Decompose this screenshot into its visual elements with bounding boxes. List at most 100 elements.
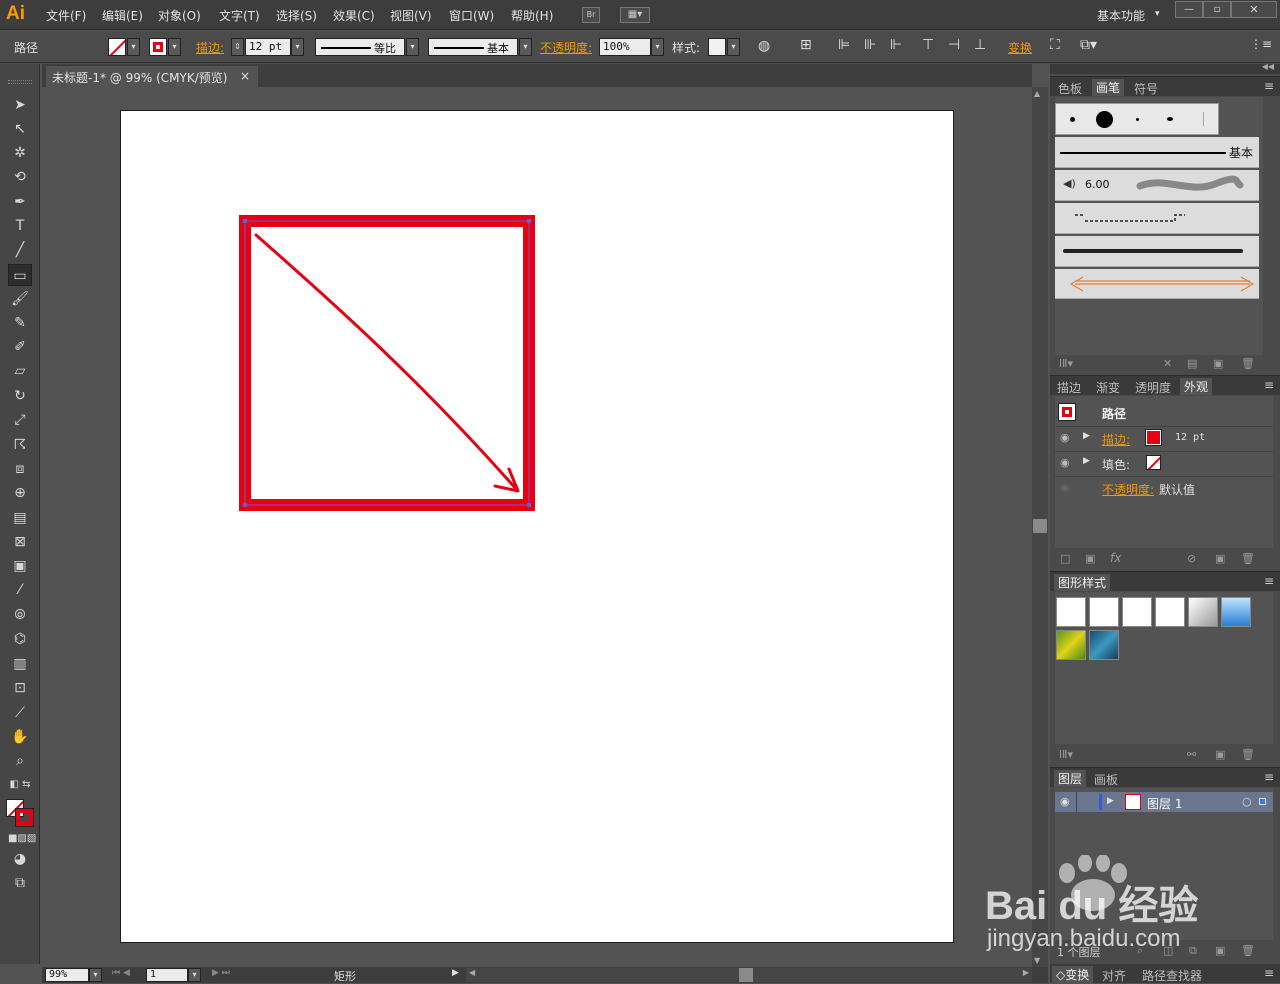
type-tool-icon[interactable]: T — [8, 215, 32, 237]
zoom-input[interactable]: 99% — [45, 968, 89, 982]
align-right-icon[interactable]: ⊩ — [890, 37, 902, 53]
tab-pathfinder[interactable]: 路径查找器 — [1142, 967, 1202, 984]
fill-expand-icon[interactable]: ▶ — [1083, 456, 1090, 466]
artboard-number-input[interactable]: 1 — [146, 968, 188, 982]
scroll-right-icon[interactable]: ▶ — [1023, 968, 1029, 977]
scroll-left-icon[interactable]: ◀ — [469, 968, 475, 977]
blob-brush-tool-icon[interactable]: ✐ — [8, 336, 32, 358]
line-tool-icon[interactable]: ╱ — [8, 239, 32, 261]
transform-link[interactable]: 变换 — [1008, 39, 1032, 56]
tab-artboards[interactable]: 画板 — [1094, 771, 1118, 788]
new-brush-icon[interactable]: ▣ — [1213, 357, 1223, 370]
align-center-icon[interactable]: ⊪ — [864, 37, 876, 53]
new-style-icon[interactable]: ▣ — [1215, 748, 1225, 761]
recolor-artwork-icon[interactable]: ◍ — [758, 38, 770, 54]
collapse-panels-icon[interactable]: ◀◀ — [1262, 62, 1274, 71]
style-shadow[interactable] — [1155, 597, 1185, 627]
color-mode-icons[interactable]: ■▨▧ — [8, 828, 36, 850]
rectangle-tool-icon[interactable]: ▭ — [8, 264, 32, 286]
appearance-fill-label[interactable]: 填色: — [1102, 456, 1130, 473]
first-artboard-icon[interactable]: ⏮ ◀ — [112, 968, 130, 978]
add-effect-button[interactable]: fx — [1110, 551, 1121, 565]
tab-transform[interactable]: ◇变换 — [1052, 966, 1094, 983]
layer-expand-icon[interactable]: ▶ — [1107, 796, 1114, 806]
brush-dot-large[interactable] — [1096, 111, 1113, 128]
paintbrush-tool-icon[interactable]: 🖌 — [8, 288, 32, 310]
warp-tool-icon[interactable]: ☈ — [8, 434, 32, 456]
style-blue-pattern[interactable] — [1089, 630, 1119, 660]
tab-brushes[interactable]: 画笔 — [1092, 79, 1125, 96]
style-soft-gradient[interactable] — [1188, 597, 1218, 627]
free-transform-tool-icon[interactable]: ⧈ — [8, 458, 32, 480]
scroll-up-icon[interactable]: ▲ — [1034, 89, 1040, 98]
stroke-visibility-eye-icon[interactable]: ◉ — [1060, 431, 1070, 444]
opacity-input[interactable]: 100% — [599, 38, 651, 56]
style-default[interactable] — [1056, 597, 1086, 627]
next-artboard-icon[interactable]: ▶ ⏭ — [212, 968, 230, 978]
layer-name[interactable]: 图层 1 — [1147, 795, 1182, 812]
select-similar-icon[interactable]: ⧉▾ — [1080, 37, 1097, 53]
menu-select[interactable]: 选择(S) — [276, 7, 317, 24]
brush-dot-small[interactable] — [1070, 117, 1075, 122]
layer-row[interactable]: ◉ ▶ 图层 1 ○ — [1055, 792, 1273, 812]
layer-selection-indicator[interactable] — [1259, 798, 1266, 805]
brush-arrow-orange[interactable] — [1055, 269, 1259, 299]
stroke-swatch[interactable] — [149, 38, 167, 56]
align-left-icon[interactable]: ⊫ — [838, 37, 850, 53]
brush-dropdown[interactable]: ▾ — [519, 38, 532, 56]
collapsed-panels-menu-icon[interactable]: ≡ — [1264, 966, 1274, 980]
fill-visibility-eye-icon[interactable]: ◉ — [1060, 456, 1070, 469]
isolate-icon[interactable]: ⛶ — [1050, 37, 1060, 53]
layer-visibility-eye-icon[interactable]: ◉ — [1060, 795, 1070, 808]
brush-options-icon[interactable]: ▤ — [1187, 357, 1197, 370]
draw-mode-icon[interactable]: ◕ — [8, 848, 32, 870]
clear-appearance-icon[interactable]: ⊘ — [1187, 552, 1196, 565]
workspace-arrow-icon[interactable]: ▾ — [1155, 9, 1160, 19]
column-graph-tool-icon[interactable]: ▥ — [8, 653, 32, 675]
stroke-color-icon[interactable] — [15, 808, 34, 827]
graphic-styles-menu-icon[interactable]: ≡ — [1264, 574, 1274, 588]
menu-window[interactable]: 窗口(W) — [449, 7, 494, 24]
eraser-tool-icon[interactable]: ▱ — [8, 360, 32, 382]
style-green-pattern[interactable] — [1056, 630, 1086, 660]
status-menu-icon[interactable]: ▶ — [452, 968, 459, 978]
align-bottom-icon[interactable]: ⊥ — [974, 37, 986, 53]
style-none[interactable] — [1122, 597, 1152, 627]
document-tab[interactable]: 未标题-1* @ 99% (CMYK/预览) × — [46, 66, 258, 87]
stroke-dropdown[interactable]: ▾ — [168, 38, 181, 56]
fill-dropdown[interactable]: ▾ — [127, 38, 140, 56]
menu-type[interactable]: 文字(T) — [219, 7, 260, 24]
brush-libraries-icon[interactable]: lⅡ▾ — [1059, 357, 1073, 370]
brush-scatter-rough[interactable] — [1055, 236, 1259, 267]
vertical-scroll-thumb[interactable] — [1033, 519, 1047, 533]
tab-gradient[interactable]: 渐变 — [1096, 379, 1120, 396]
hand-tool-icon[interactable]: ✋ — [8, 726, 32, 748]
restore-button[interactable]: ▫ — [1203, 1, 1231, 18]
duplicate-item-icon[interactable]: ▣ — [1215, 552, 1225, 565]
menu-object[interactable]: 对象(O) — [158, 7, 201, 24]
slice-tool-icon[interactable]: ⟋ — [8, 702, 32, 724]
document-close-icon[interactable]: × — [240, 69, 250, 83]
pencil-tool-icon[interactable]: ✎ — [8, 312, 32, 334]
eyedropper-tool-icon[interactable]: ⁄ — [8, 579, 32, 601]
variable-width-profile[interactable]: 等比 — [315, 38, 405, 56]
default-colors-icon[interactable]: ◧ ⇆ — [8, 774, 32, 796]
lasso-tool-icon[interactable]: ⟲ — [8, 166, 32, 188]
magic-wand-tool-icon[interactable]: ✲ — [8, 142, 32, 164]
appearance-fill-swatch[interactable] — [1146, 455, 1161, 470]
perspective-grid-tool-icon[interactable]: ▤ — [8, 507, 32, 529]
stroke-weight-dropdown[interactable]: ▾ — [291, 38, 304, 56]
menu-help[interactable]: 帮助(H) — [511, 7, 553, 24]
menu-effect[interactable]: 效果(C) — [333, 7, 375, 24]
symbol-sprayer-tool-icon[interactable]: ⌬ — [8, 628, 32, 650]
close-button[interactable]: ✕ — [1231, 1, 1277, 18]
fill-swatch[interactable] — [108, 38, 126, 56]
stroke-label[interactable]: 描边: — [196, 39, 224, 56]
layer-target-icon[interactable]: ○ — [1242, 795, 1252, 808]
direct-selection-tool-icon[interactable]: ↖ — [8, 118, 32, 140]
artboard-dropdown[interactable]: ▾ — [188, 968, 201, 982]
align-top-icon[interactable]: ⊤ — [922, 37, 934, 53]
artboard-tool-icon[interactable]: ⊡ — [8, 677, 32, 699]
panel-dock-header[interactable]: ◀◀ — [1050, 62, 1280, 74]
opacity-dropdown[interactable]: ▾ — [651, 38, 664, 56]
